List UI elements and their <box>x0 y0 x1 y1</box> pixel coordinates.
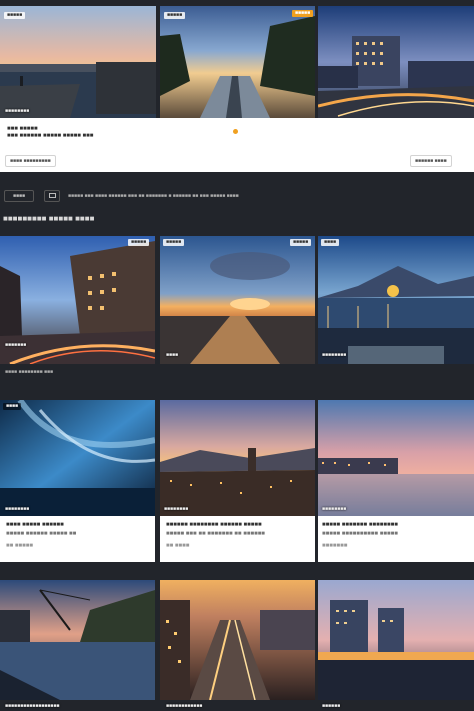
row3-caption-2: ■■■■■■■■■■■■ <box>166 703 203 709</box>
row1-badge-3: ■■■■■ <box>290 239 312 246</box>
row3-photo-1[interactable] <box>0 580 155 700</box>
featured-photo-1[interactable] <box>0 6 156 118</box>
row2-photo-2[interactable] <box>160 400 315 516</box>
row2-photo-1[interactable] <box>0 400 155 516</box>
row3-caption-1: ■■■■■■■■■■■■■■■■■■ <box>5 703 60 709</box>
square-icon <box>48 193 56 199</box>
featured-meta-right-button[interactable]: ■■■■■■ ■■■■ <box>410 155 452 167</box>
featured-badge-1: ■■■■■ <box>4 12 26 19</box>
row2-caption-2: ■■■■■■■■ <box>164 506 189 512</box>
row2-card-2-line1: ■■■■■■ ■■■■■■■■ ■■■■■■ ■■■■■ <box>166 522 262 528</box>
row1-badge-2: ■■■■■ <box>163 239 185 246</box>
row1-photo-2[interactable] <box>160 236 315 364</box>
row2-card-3-line3: ■■■■■■■ <box>322 543 348 549</box>
row1-caption-2: ■■■■ <box>166 352 179 358</box>
featured-meta-left-button[interactable]: ■■■■ ■■■■■■■■■ <box>5 155 56 167</box>
row2-card-3[interactable]: ■■■■■ ■■■■■■■ ■■■■■■■■ ■■■■■ ■■■■■■■■■■ … <box>318 516 474 562</box>
row2-photo-3[interactable] <box>318 400 474 516</box>
section-title: ■■■■■■■■■ ■■■■■ ■■■■ <box>3 214 95 223</box>
row1-caption-3: ■■■■■■■■ <box>322 352 347 358</box>
row2-card-1-line1: ■■■■ ■■■■■ ■■■■■■ <box>6 522 64 528</box>
featured-title-line1: ■■■ ■■■■■ <box>7 126 38 132</box>
featured-caption: ■■■■■■■■ <box>5 108 30 114</box>
featured-badge-2: ■■■■■ <box>164 12 186 19</box>
toolbar-icon-button[interactable] <box>44 190 60 202</box>
toolbar-primary-button[interactable]: ■■■■ <box>4 190 34 202</box>
row3-caption-3: ■■■■■■ <box>322 703 341 709</box>
featured-title-line2: ■■■ ■■■■■■ ■■■■■ ■■■■■ ■■■ <box>7 133 94 139</box>
row2-card-2-line3: ■■ ■■■■ <box>166 543 190 549</box>
row1-caption-1: ■■■■■■■ <box>5 342 27 348</box>
row2-card-1-line2: ■■■■■ ■■■■■■ ■■■■■ ■■ <box>6 531 77 537</box>
row2-caption-3: ■■■■■■■■ <box>322 506 347 512</box>
row2-card-1[interactable]: ■■■■ ■■■■■ ■■■■■■ ■■■■■ ■■■■■■ ■■■■■ ■■ … <box>0 516 155 562</box>
row2-card-3-line1: ■■■■■ ■■■■■■■ ■■■■■■■■ <box>322 522 398 528</box>
row1-footer-text: ■■■■ ■■■■■■■■ ■■■ <box>5 369 54 375</box>
row2-badge-1: ■■■■ <box>3 403 22 410</box>
featured-accent-dot <box>233 129 238 134</box>
row3-photo-2[interactable] <box>160 580 315 700</box>
row2-card-2[interactable]: ■■■■■■ ■■■■■■■■ ■■■■■■ ■■■■■ ■■■■■ ■■■ ■… <box>160 516 315 562</box>
row2-card-3-line2: ■■■■■ ■■■■■■■■■■ ■■■■■ <box>322 531 398 537</box>
row2-caption-1: ■■■■■■■■ <box>5 506 30 512</box>
featured-photo-3[interactable] <box>318 6 474 118</box>
toolbar-filter-text: ■■■■■ ■■■ ■■■■ ■■■■■■ ■■■ ■■ ■■■■■■■ ■ ■… <box>68 193 239 199</box>
row1-badge-4: ■■■■ <box>321 239 340 246</box>
row3-photo-3[interactable] <box>318 580 474 700</box>
featured-info-panel: ■■■ ■■■■■ ■■■ ■■■■■■ ■■■■■ ■■■■■ ■■■ ■■■… <box>0 118 474 172</box>
featured-photo-2[interactable] <box>160 6 315 118</box>
row2-card-2-line2: ■■■■■ ■■■ ■■ ■■■■■■■ ■■ ■■■■■■ <box>166 531 265 537</box>
row1-photo-3[interactable] <box>318 236 474 364</box>
row2-card-1-line3: ■■ ■■■■■ <box>6 543 34 549</box>
row1-badge-1: ■■■■■ <box>128 239 150 246</box>
featured-badge-3: ■■■■■ <box>292 10 314 17</box>
